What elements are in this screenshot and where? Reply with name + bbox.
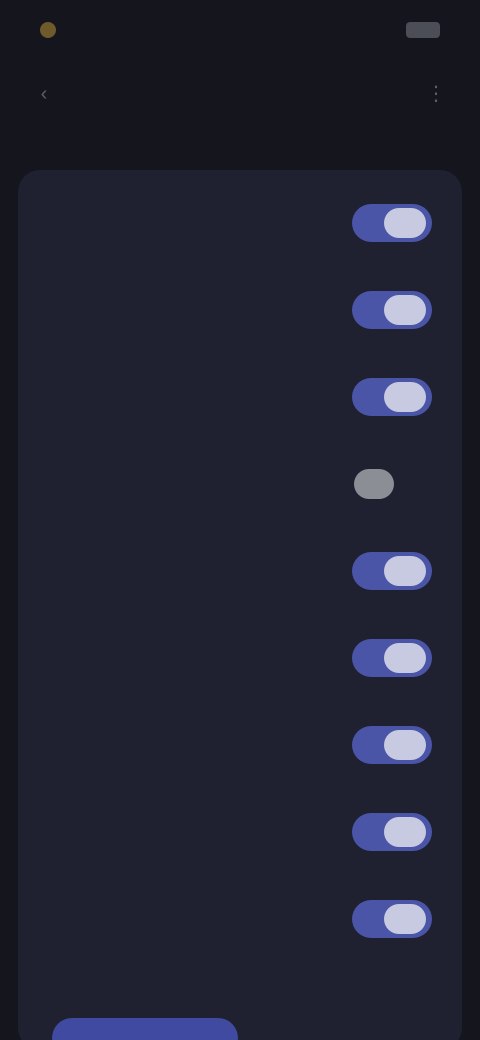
primary-action-button[interactable] (52, 1018, 238, 1040)
setting-row (18, 528, 462, 614)
more-icon[interactable]: ⋮ (422, 80, 450, 108)
toggle-knob (384, 382, 426, 412)
setting-toggle[interactable] (352, 465, 432, 503)
setting-row (18, 876, 462, 962)
toggle-knob (384, 556, 426, 586)
settings-card (18, 170, 462, 1040)
toggle-knob (384, 730, 426, 760)
back-chevron-icon[interactable]: ‹ (30, 80, 58, 108)
toggle-knob (354, 469, 394, 499)
setting-row (18, 702, 462, 788)
setting-toggle[interactable] (352, 813, 432, 851)
setting-row (18, 180, 462, 266)
setting-toggle[interactable] (352, 726, 432, 764)
toggle-knob (384, 643, 426, 673)
setting-toggle[interactable] (352, 291, 432, 329)
setting-row (18, 441, 462, 527)
toggle-knob (384, 904, 426, 934)
app-indicator-icon (40, 22, 56, 38)
toggle-knob (384, 295, 426, 325)
status-bar (0, 0, 480, 60)
status-right (398, 22, 440, 38)
setting-toggle[interactable] (352, 552, 432, 590)
setting-toggle[interactable] (352, 204, 432, 242)
setting-toggle[interactable] (352, 378, 432, 416)
toggle-knob (384, 817, 426, 847)
top-nav: ‹ ⋮ (0, 64, 480, 124)
setting-row (18, 354, 462, 440)
toggle-knob (384, 208, 426, 238)
settings-screen: ‹ ⋮ (0, 0, 480, 1040)
setting-toggle[interactable] (352, 639, 432, 677)
setting-row (18, 615, 462, 701)
setting-row (18, 789, 462, 875)
battery-icon (406, 22, 440, 38)
setting-row (18, 267, 462, 353)
status-left (40, 22, 66, 38)
setting-toggle[interactable] (352, 900, 432, 938)
